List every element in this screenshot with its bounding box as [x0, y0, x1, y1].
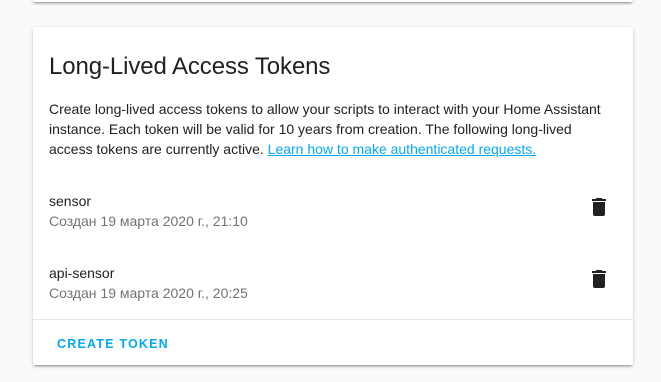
- delete-token-button[interactable]: [587, 267, 611, 291]
- token-row: api-sensor Создан 19 марта 2020 г., 20:2…: [49, 263, 617, 311]
- trash-icon: [592, 198, 606, 216]
- delete-token-button[interactable]: [587, 195, 611, 219]
- card-description: Create long-lived access tokens to allow…: [49, 99, 614, 159]
- token-name: api-sensor: [49, 265, 115, 281]
- card-actions-divider: [33, 319, 633, 320]
- token-row: sensor Создан 19 марта 2020 г., 21:10: [49, 191, 617, 239]
- token-created-date: Создан 19 марта 2020 г., 21:10: [49, 213, 248, 229]
- token-name: sensor: [49, 193, 92, 209]
- long-lived-tokens-card: Long-Lived Access Tokens Create long-liv…: [33, 27, 633, 365]
- card-title: Long-Lived Access Tokens: [49, 53, 331, 80]
- trash-icon: [592, 270, 606, 288]
- token-created-date: Создан 19 марта 2020 г., 20:25: [49, 285, 248, 301]
- create-token-button[interactable]: CREATE TOKEN: [49, 330, 177, 358]
- previous-card: [33, 0, 633, 2]
- learn-more-link[interactable]: Learn how to make authenticated requests…: [268, 141, 537, 157]
